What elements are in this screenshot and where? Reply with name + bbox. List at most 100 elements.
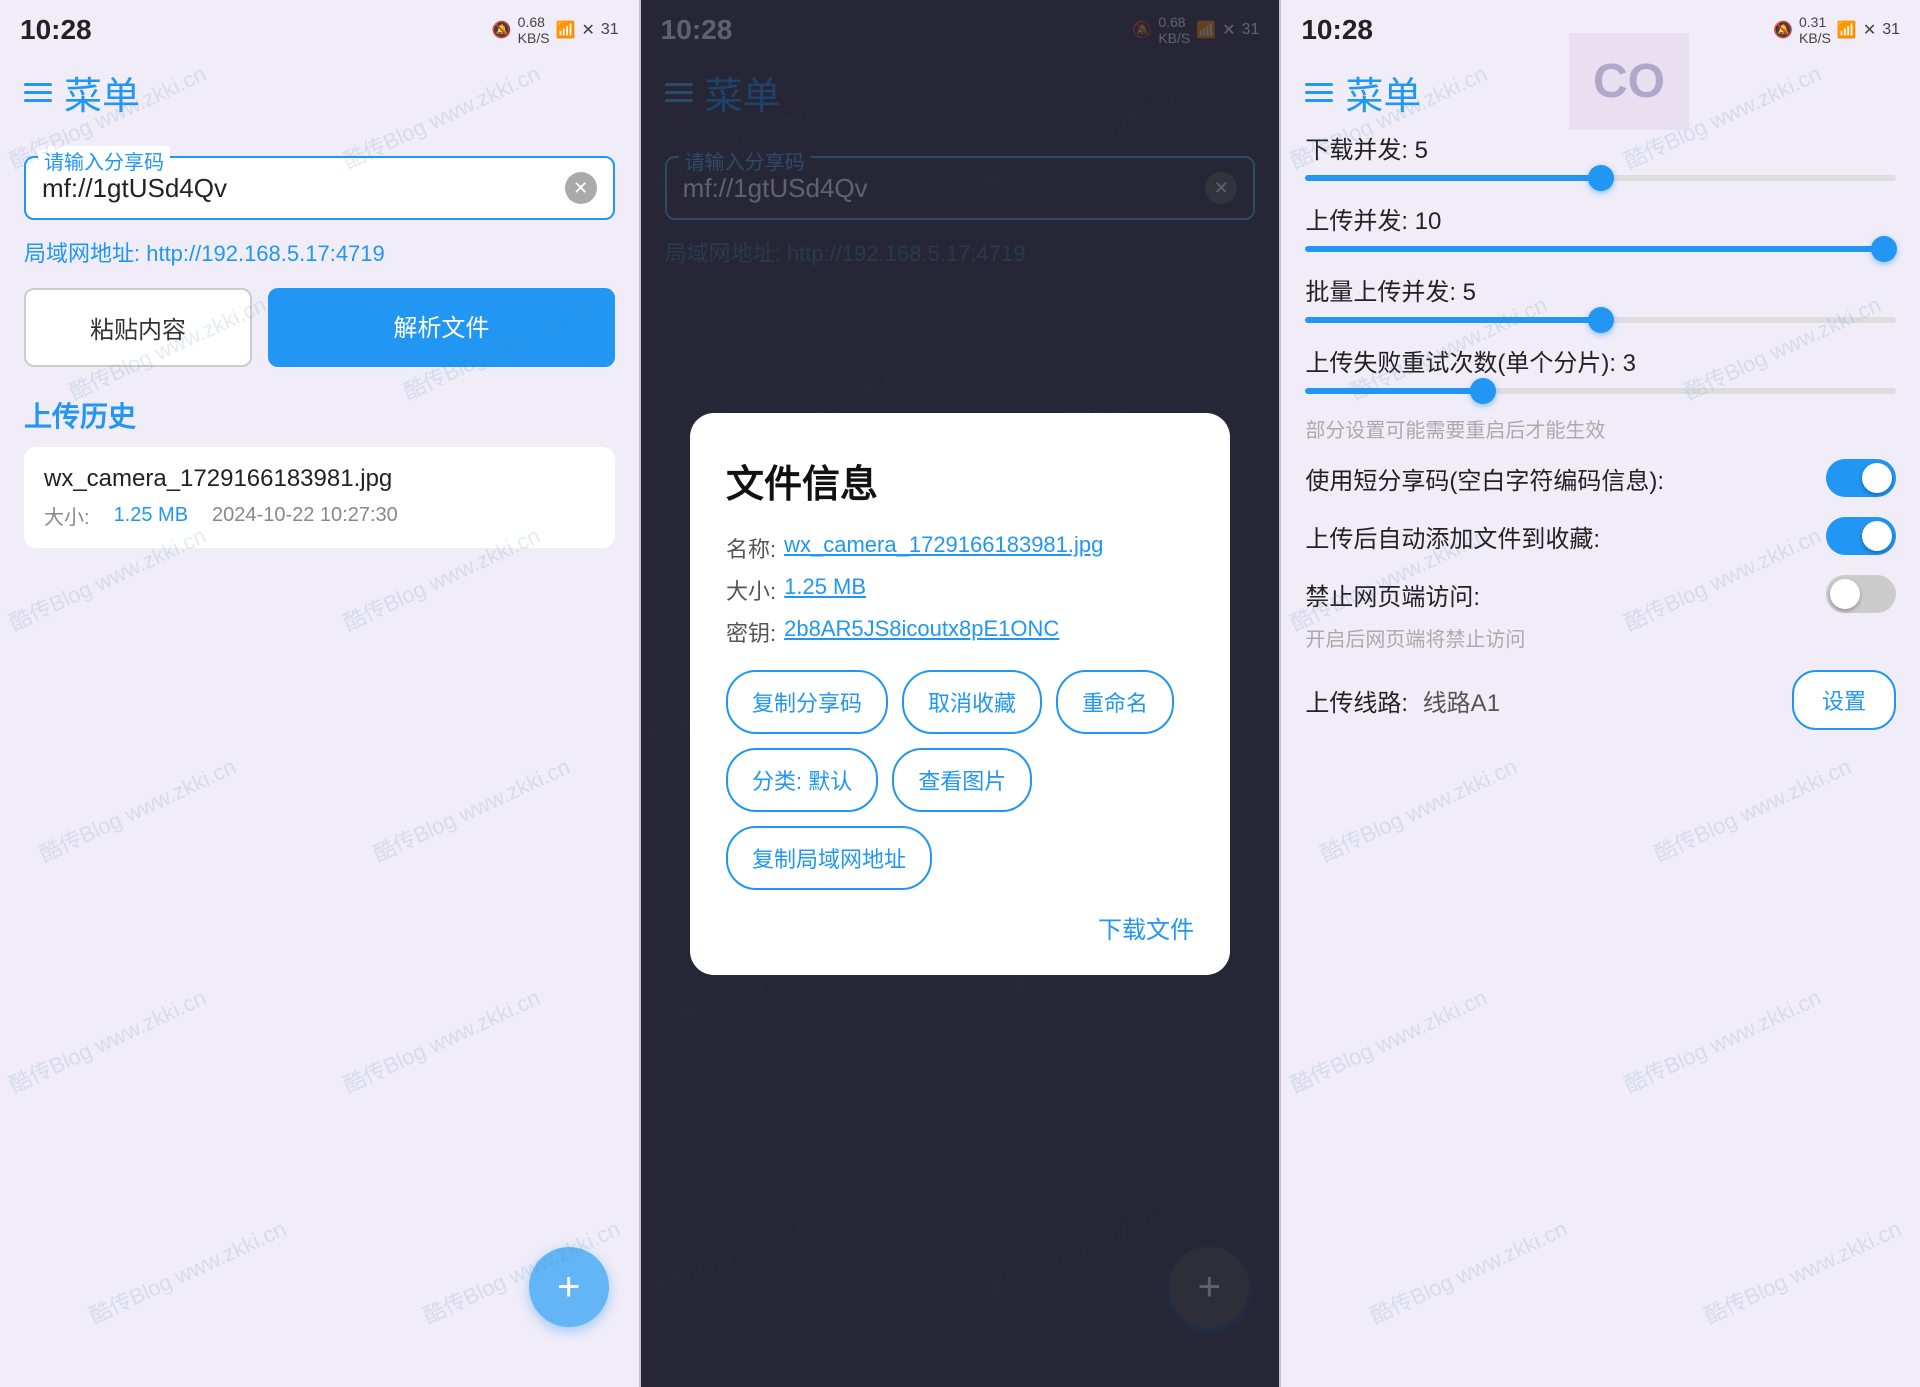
- lan-address-1: 局域网地址: http://192.168.5.17:4719: [24, 236, 615, 268]
- battery-text-3: 31: [1882, 21, 1900, 39]
- wifi-icon-3: 📶: [1837, 20, 1857, 40]
- slider-track-1[interactable]: [1305, 246, 1896, 252]
- x-icon-3: ✕: [1863, 20, 1876, 40]
- modal-label-2: 密钥:: [726, 616, 776, 648]
- btn-row-1: 粘贴内容 解析文件: [24, 288, 615, 367]
- copy-lan-btn[interactable]: 复制局域网地址: [726, 826, 932, 890]
- slider-thumb-2: [1588, 307, 1614, 333]
- x-icon: ✕: [581, 20, 594, 40]
- size-label-1: 大小:: [44, 501, 90, 530]
- slider-label-2: 批量上传并发: 5: [1305, 272, 1896, 307]
- slider-track-2[interactable]: [1305, 317, 1896, 323]
- slider-row-3: 上传失败重试次数(单个分片): 3: [1305, 343, 1896, 394]
- slider-label-0: 下载并发: 5: [1305, 130, 1896, 165]
- modal-overlay: 文件信息 名称: wx_camera_1729166183981.jpg 大小:…: [641, 0, 1280, 1387]
- slider-fill-0: [1305, 175, 1600, 181]
- notification-icon: 🔕: [492, 20, 512, 40]
- toggle-switch-1[interactable]: [1826, 517, 1896, 555]
- slider-label-1: 上传并发: 10: [1305, 201, 1896, 236]
- toggle-knob-1: [1862, 521, 1892, 551]
- route-value-text: 线路A1: [1423, 690, 1500, 717]
- slider-label-3: 上传失败重试次数(单个分片): 3: [1305, 343, 1896, 378]
- toggle-knob-2: [1830, 579, 1860, 609]
- toggle-row-0: 使用短分享码(空白字符编码信息):: [1305, 459, 1896, 497]
- parse-button-1[interactable]: 解析文件: [268, 288, 615, 367]
- notification-icon-3: 🔕: [1773, 20, 1793, 40]
- modal-field-1: 大小: 1.25 MB: [726, 574, 1194, 606]
- toggle-label-1: 上传后自动添加文件到收藏:: [1305, 519, 1600, 554]
- share-input-value-1[interactable]: mf://1gtUSd4Qv: [42, 173, 565, 204]
- category-btn[interactable]: 分类: 默认: [726, 748, 878, 812]
- modal-field-2: 密钥: 2b8AR5JS8icoutx8pE1ONC: [726, 616, 1194, 648]
- modal-label-1: 大小:: [726, 574, 776, 606]
- app-header-1: 菜单: [0, 55, 639, 130]
- rename-btn[interactable]: 重命名: [1056, 670, 1174, 734]
- upload-history-title-1: 上传历史: [24, 395, 615, 435]
- content-area-1: 请输入分享码 mf://1gtUSd4Qv ✕ 局域网地址: http://19…: [0, 130, 639, 1387]
- history-datetime-1: 2024-10-22 10:27:30: [212, 504, 398, 527]
- share-input-label-1: 请输入分享码: [38, 146, 170, 175]
- toggle-switch-2[interactable]: [1826, 575, 1896, 613]
- slider-fill-2: [1305, 317, 1600, 323]
- modal-label-0: 名称:: [726, 532, 776, 564]
- panel-1: 10:28 🔕 0.68KB/S 📶 ✕ 31 菜单 请输入分享码 mf://1…: [0, 0, 639, 1387]
- modal-field-0: 名称: wx_camera_1729166183981.jpg: [726, 532, 1194, 564]
- history-meta-1: 大小: 1.25 MB 2024-10-22 10:27:30: [44, 501, 595, 530]
- settings-content: 下载并发: 5 上传并发: 10 批量上传并发: 5 上传失败重试次数(单个: [1281, 130, 1920, 1387]
- modal-btn-row: 复制分享码 取消收藏 重命名 分类: 默认 查看图片 复制局域网地址: [726, 670, 1194, 890]
- toggle-row-1: 上传后自动添加文件到收藏:: [1305, 517, 1896, 555]
- menu-icon-1[interactable]: [24, 83, 52, 102]
- slider-row-1: 上传并发: 10: [1305, 201, 1896, 252]
- toggle-label-0: 使用短分享码(空白字符编码信息):: [1305, 461, 1664, 496]
- status-time-3: 10:28: [1301, 14, 1373, 46]
- status-time-1: 10:28: [20, 14, 92, 46]
- modal-title: 文件信息: [726, 453, 1194, 508]
- toggle-row-2: 禁止网页端访问:: [1305, 575, 1896, 613]
- wifi-icon: 📶: [556, 20, 576, 40]
- slider-fill-1: [1305, 246, 1884, 252]
- fab-button-1[interactable]: +: [529, 1247, 609, 1327]
- slider-track-3[interactable]: [1305, 388, 1896, 394]
- speed-text: 0.68KB/S: [518, 14, 550, 46]
- toggle-label-2: 禁止网页端访问:: [1305, 577, 1480, 612]
- status-icons-1: 🔕 0.68KB/S 📶 ✕ 31: [492, 14, 619, 46]
- toggle-switch-0[interactable]: [1826, 459, 1896, 497]
- battery-text: 31: [601, 21, 619, 39]
- modal-value-1[interactable]: 1.25 MB: [784, 574, 866, 606]
- paste-button-1[interactable]: 粘贴内容: [24, 288, 252, 367]
- menu-icon-3[interactable]: [1305, 83, 1333, 102]
- speed-text-3: 0.31KB/S: [1799, 14, 1831, 46]
- slider-fill-3: [1305, 388, 1482, 394]
- history-size-1: 1.25 MB: [114, 504, 188, 527]
- download-btn[interactable]: 下载文件: [726, 910, 1194, 945]
- history-item-1[interactable]: wx_camera_1729166183981.jpg 大小: 1.25 MB …: [24, 447, 615, 548]
- route-label: 上传线路: 线路A1: [1305, 683, 1500, 718]
- app-header-3: 菜单: [1281, 55, 1920, 130]
- panel-2: 10:28 🔕 0.68KB/S 📶 ✕ 31 菜单 请输入分享码 mf://1…: [641, 0, 1280, 1387]
- history-filename-1: wx_camera_1729166183981.jpg: [44, 465, 595, 493]
- slider-thumb-0: [1588, 165, 1614, 191]
- status-bar-1: 10:28 🔕 0.68KB/S 📶 ✕ 31: [0, 0, 639, 55]
- panel-3: 10:28 🔕 0.31KB/S 📶 ✕ 31 菜单 下载并发: 5 上传并发:…: [1281, 0, 1920, 1387]
- modal-card: 文件信息 名称: wx_camera_1729166183981.jpg 大小:…: [690, 413, 1230, 975]
- copy-share-code-btn[interactable]: 复制分享码: [726, 670, 888, 734]
- slider-track-0[interactable]: [1305, 175, 1896, 181]
- modal-value-0[interactable]: wx_camera_1729166183981.jpg: [784, 532, 1103, 564]
- header-title-3: 菜单: [1345, 65, 1421, 120]
- setting-note: 部分设置可能需要重启后才能生效: [1305, 414, 1896, 443]
- modal-value-2[interactable]: 2b8AR5JS8icoutx8pE1ONC: [784, 616, 1059, 648]
- view-image-btn[interactable]: 查看图片: [892, 748, 1032, 812]
- status-icons-3: 🔕 0.31KB/S 📶 ✕ 31: [1773, 14, 1900, 46]
- route-label-text: 上传线路:: [1305, 690, 1408, 717]
- status-bar-3: 10:28 🔕 0.31KB/S 📶 ✕ 31: [1281, 0, 1920, 55]
- clear-button-1[interactable]: ✕: [565, 172, 597, 204]
- slider-row-0: 下载并发: 5: [1305, 130, 1896, 181]
- slider-row-2: 批量上传并发: 5: [1305, 272, 1896, 323]
- slider-thumb-1: [1871, 236, 1897, 262]
- route-settings-btn[interactable]: 设置: [1792, 670, 1896, 730]
- share-input-box-1: 请输入分享码 mf://1gtUSd4Qv ✕: [24, 156, 615, 220]
- toggle-knob-0: [1862, 463, 1892, 493]
- slider-thumb-3: [1470, 378, 1496, 404]
- header-title-1: 菜单: [64, 65, 140, 120]
- unfavorite-btn[interactable]: 取消收藏: [902, 670, 1042, 734]
